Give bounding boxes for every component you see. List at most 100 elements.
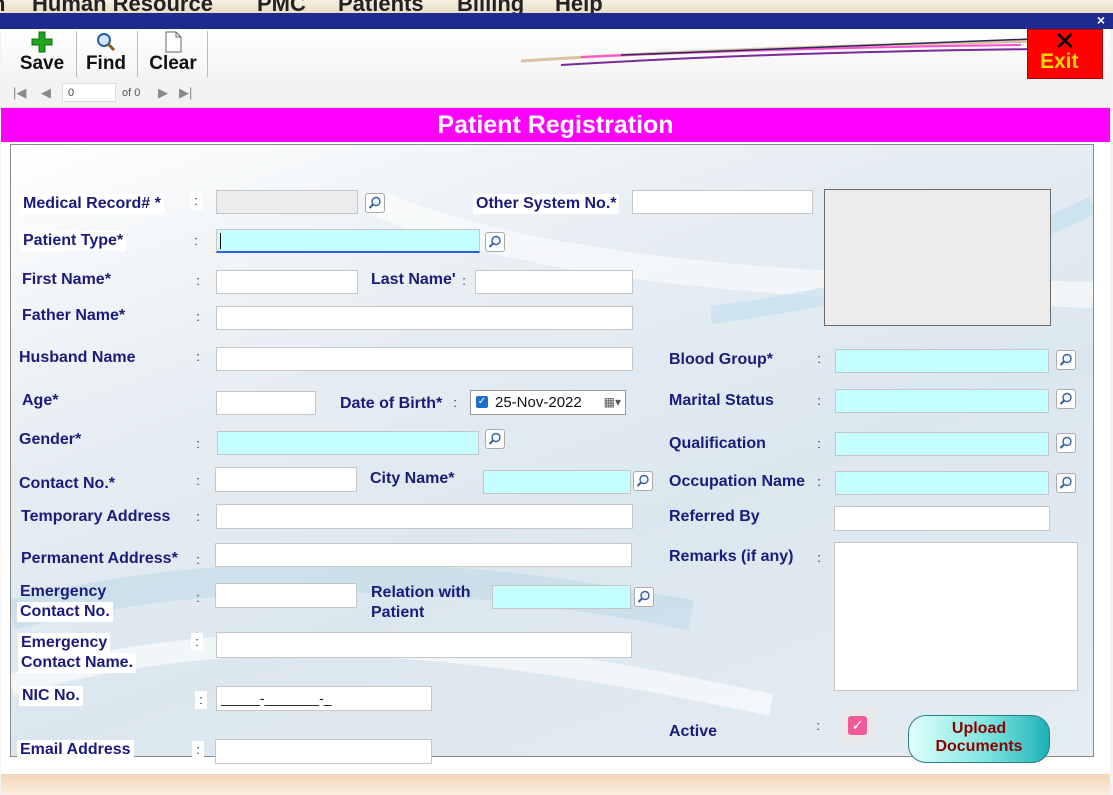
next-record-icon[interactable]: ▶ — [158, 85, 168, 101]
blood-group-input[interactable] — [835, 349, 1049, 373]
blood-group-search-icon[interactable] — [1056, 350, 1076, 370]
age-label: Age* — [22, 392, 59, 409]
husband-name-input[interactable] — [216, 347, 633, 371]
colon: : — [817, 436, 821, 451]
patient-registration-window: Save Find Clear ✕ Exit |◀ ◀ 0 of 0 ▶ ▶| — [1, 29, 1110, 795]
medical-record-input[interactable] — [216, 190, 358, 214]
active-label: Active — [669, 723, 718, 740]
temporary-address-input[interactable] — [216, 504, 633, 529]
record-navigator: |◀ ◀ 0 of 0 ▶ ▶| — [1, 80, 1110, 108]
gender-input[interactable] — [217, 431, 479, 455]
colon: : — [817, 393, 821, 408]
remarks-label: Remarks (if any) — [669, 548, 794, 565]
contact-number-label: Contact No.* — [19, 475, 115, 492]
colon: : — [192, 741, 204, 759]
emergency-contact-number-label-line1: Emergency — [20, 583, 107, 600]
gender-search-icon[interactable] — [485, 429, 505, 449]
occupation-name-input[interactable] — [835, 471, 1049, 495]
emergency-contact-name-label-line2: Contact Name. — [18, 653, 137, 673]
other-system-input[interactable] — [632, 190, 813, 214]
calendar-dropdown-icon[interactable]: ▦▾ — [604, 395, 621, 409]
menu-item-help[interactable]: Help — [555, 0, 603, 13]
colon: : — [817, 351, 821, 366]
colon: : — [196, 349, 200, 364]
nic-number-input[interactable]: _____-_______-_ — [216, 686, 432, 711]
menu-item-pmc[interactable]: PMC — [257, 0, 306, 13]
save-button[interactable]: Save — [14, 29, 70, 79]
marital-status-search-icon[interactable] — [1056, 389, 1076, 409]
find-button[interactable]: Find — [81, 29, 131, 79]
colon: : — [194, 233, 198, 248]
page-title: Patient Registration — [1, 108, 1110, 142]
record-count-label: of 0 — [122, 87, 141, 99]
colon: : — [817, 474, 821, 489]
menu-item-billing[interactable]: Billing — [457, 0, 524, 13]
active-checkbox[interactable]: ✓ — [839, 709, 875, 743]
upload-documents-button[interactable]: Upload Documents — [908, 715, 1050, 763]
city-name-input[interactable] — [483, 470, 631, 494]
email-address-input[interactable] — [215, 739, 432, 764]
colon: : — [462, 273, 466, 288]
first-name-input[interactable] — [216, 270, 358, 294]
record-position-input[interactable]: 0 — [62, 83, 116, 102]
marital-status-label: Marital Status — [669, 392, 774, 409]
last-name-input[interactable] — [475, 270, 633, 294]
age-input[interactable] — [216, 391, 316, 415]
colon: : — [196, 590, 200, 605]
permanent-address-label: Permanent Address* — [21, 550, 178, 567]
toolbar-separator — [137, 31, 138, 77]
patient-type-input[interactable] — [216, 229, 480, 253]
marital-status-input[interactable] — [835, 389, 1049, 413]
text-caret — [220, 233, 221, 249]
window-close-icon[interactable]: × — [1097, 12, 1105, 28]
emergency-contact-number-input[interactable] — [215, 583, 357, 608]
city-name-label: City Name* — [370, 470, 455, 487]
qualification-search-icon[interactable] — [1056, 433, 1076, 453]
first-name-label: First Name* — [22, 271, 111, 288]
patient-type-label: Patient Type* — [20, 231, 127, 251]
colon: : — [196, 309, 200, 324]
relation-input[interactable] — [492, 585, 631, 609]
first-record-icon[interactable]: |◀ — [13, 85, 26, 101]
clear-button[interactable]: Clear — [142, 29, 204, 79]
patient-type-search-icon[interactable] — [485, 232, 505, 252]
relation-search-icon[interactable] — [634, 587, 654, 607]
last-record-icon[interactable]: ▶| — [179, 85, 192, 101]
nic-number-label: NIC No. — [19, 686, 83, 706]
date-of-birth-picker[interactable]: ✓ 25-Nov-2022 ▦▾ — [470, 390, 626, 415]
temporary-address-label: Temporary Address — [21, 508, 171, 525]
previous-record-icon[interactable]: ◀ — [41, 85, 51, 101]
colon: : — [196, 509, 200, 524]
document-icon — [142, 31, 204, 53]
colon: : — [816, 718, 820, 733]
emergency-contact-name-input[interactable] — [216, 632, 632, 658]
remarks-textarea[interactable] — [834, 542, 1078, 691]
registration-form-panel: Medical Record# * : Other System No.* Pa… — [10, 144, 1094, 764]
other-system-label: Other System No.* — [473, 194, 620, 214]
menu-item-partial[interactable]: n — [0, 0, 5, 13]
save-label: Save — [19, 53, 65, 74]
medical-record-search-icon[interactable] — [365, 193, 385, 213]
upload-documents-label-line1: Upload — [951, 720, 1007, 737]
contact-number-input[interactable] — [215, 467, 357, 492]
exit-button[interactable]: ✕ Exit — [1027, 29, 1103, 79]
colon: : — [196, 473, 200, 488]
permanent-address-input[interactable] — [215, 543, 632, 567]
relation-label-line1: Relation with — [371, 584, 471, 601]
occupation-name-label: Occupation Name — [669, 473, 806, 490]
blood-group-label: Blood Group* — [669, 351, 773, 368]
gender-label: Gender* — [19, 431, 82, 448]
patient-photo-box[interactable] — [824, 189, 1051, 326]
city-name-search-icon[interactable] — [633, 471, 653, 491]
colon: : — [196, 436, 200, 451]
upload-documents-label-line2: Documents — [935, 738, 1023, 755]
qualification-input[interactable] — [835, 432, 1049, 456]
occupation-name-search-icon[interactable] — [1056, 473, 1076, 493]
menu-item-human-resource[interactable]: Human Resource — [32, 0, 213, 13]
father-name-input[interactable] — [216, 306, 633, 330]
menu-item-patients[interactable]: Patients — [338, 0, 424, 13]
referred-by-input[interactable] — [834, 506, 1050, 531]
menu-bar: n Human Resource PMC Patients Billing He… — [0, 0, 1113, 13]
date-enabled-checkbox[interactable]: ✓ — [476, 396, 488, 408]
emergency-contact-name-label-line1: Emergency — [18, 633, 111, 653]
